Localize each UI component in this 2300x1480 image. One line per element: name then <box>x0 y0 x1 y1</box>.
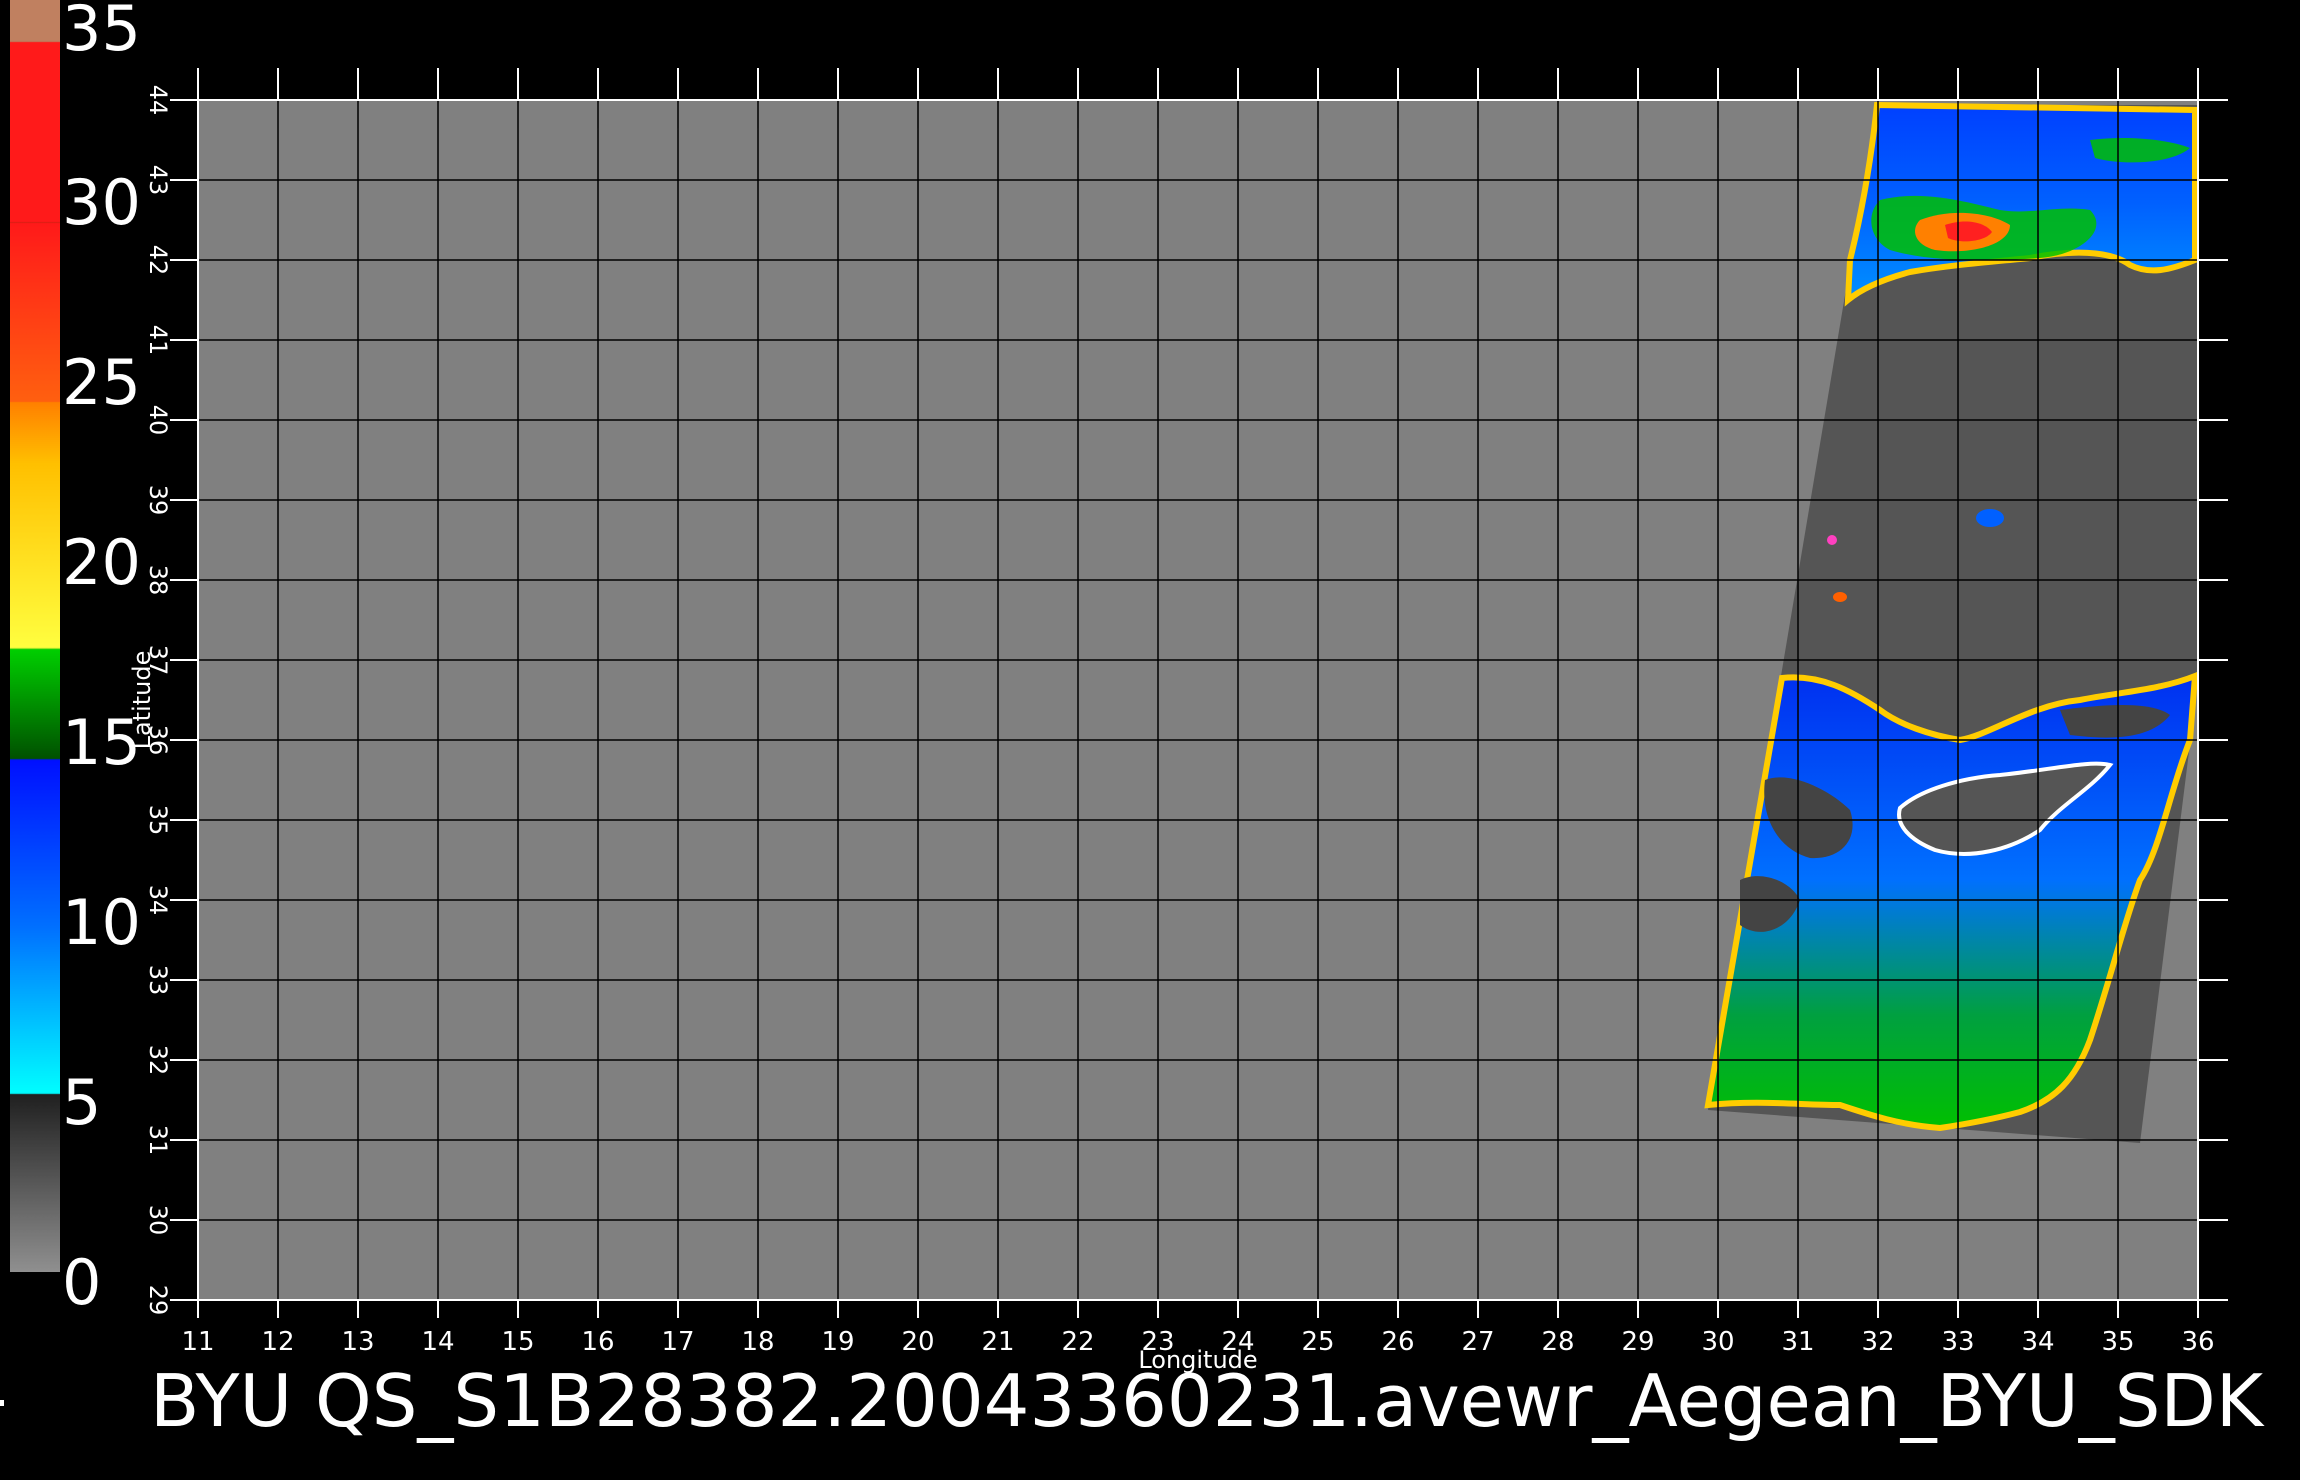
lon-tick-label: 27 <box>1461 1327 1494 1357</box>
lon-tick-label: 17 <box>661 1327 694 1357</box>
lon-tick-label: 21 <box>981 1327 1014 1357</box>
lon-tick-label: 32 <box>1861 1327 1894 1357</box>
lat-tick-label: 42 <box>144 245 172 276</box>
lon-tick-label: 15 <box>501 1327 534 1357</box>
lat-tick-label: 35 <box>144 805 172 836</box>
lon-tick-label: 34 <box>2021 1327 2054 1357</box>
lat-tick-label: 34 <box>144 885 172 916</box>
wind-map: 11 12 13 14 15 16 17 18 19 20 21 22 23 24 25 26 27 28 29 30… <box>128 68 2228 1374</box>
lon-tick-label: 35 <box>2101 1327 2134 1357</box>
lon-tick-label: 16 <box>581 1327 614 1357</box>
lat-tick-label: 38 <box>144 565 172 596</box>
edge-marker <box>0 1400 4 1406</box>
product-title: BYU QS_S1B28382.20043360231.avewr_Aegean… <box>150 1359 2264 1443</box>
lat-tick-label: 29 <box>144 1285 172 1316</box>
lon-tick-label: 11 <box>181 1327 214 1357</box>
lon-tick-label: 20 <box>901 1327 934 1357</box>
lon-tick-label: 31 <box>1781 1327 1814 1357</box>
lake <box>1827 535 1837 545</box>
lon-tick-label: 36 <box>2181 1327 2214 1357</box>
lat-tick-label: 44 <box>144 85 172 116</box>
lon-tick-label: 18 <box>741 1327 774 1357</box>
y-axis-label: Latitude <box>128 651 156 750</box>
lon-tick-label: 14 <box>421 1327 454 1357</box>
lon-tick-label: 29 <box>1621 1327 1654 1357</box>
lon-tick-label: 12 <box>261 1327 294 1357</box>
lon-tick-label: 28 <box>1541 1327 1574 1357</box>
lat-tick-label: 40 <box>144 405 172 436</box>
lat-tick-label: 43 <box>144 165 172 196</box>
lon-tick-label: 22 <box>1061 1327 1094 1357</box>
lake <box>1976 509 2004 527</box>
lon-tick-label: 26 <box>1381 1327 1414 1357</box>
lon-tick-label: 30 <box>1701 1327 1734 1357</box>
lon-tick-label: 33 <box>1941 1327 1974 1357</box>
lat-tick-label: 33 <box>144 965 172 996</box>
lat-tick-label: 39 <box>144 485 172 516</box>
lon-tick-label: 19 <box>821 1327 854 1357</box>
lon-tick-label: 13 <box>341 1327 374 1357</box>
lat-tick-label: 30 <box>144 1205 172 1236</box>
lat-tick-label: 31 <box>144 1125 172 1156</box>
lat-tick-label: 32 <box>144 1045 172 1076</box>
lake <box>1833 592 1847 602</box>
lat-tick-label: 41 <box>144 325 172 356</box>
lon-tick-label: 25 <box>1301 1327 1334 1357</box>
